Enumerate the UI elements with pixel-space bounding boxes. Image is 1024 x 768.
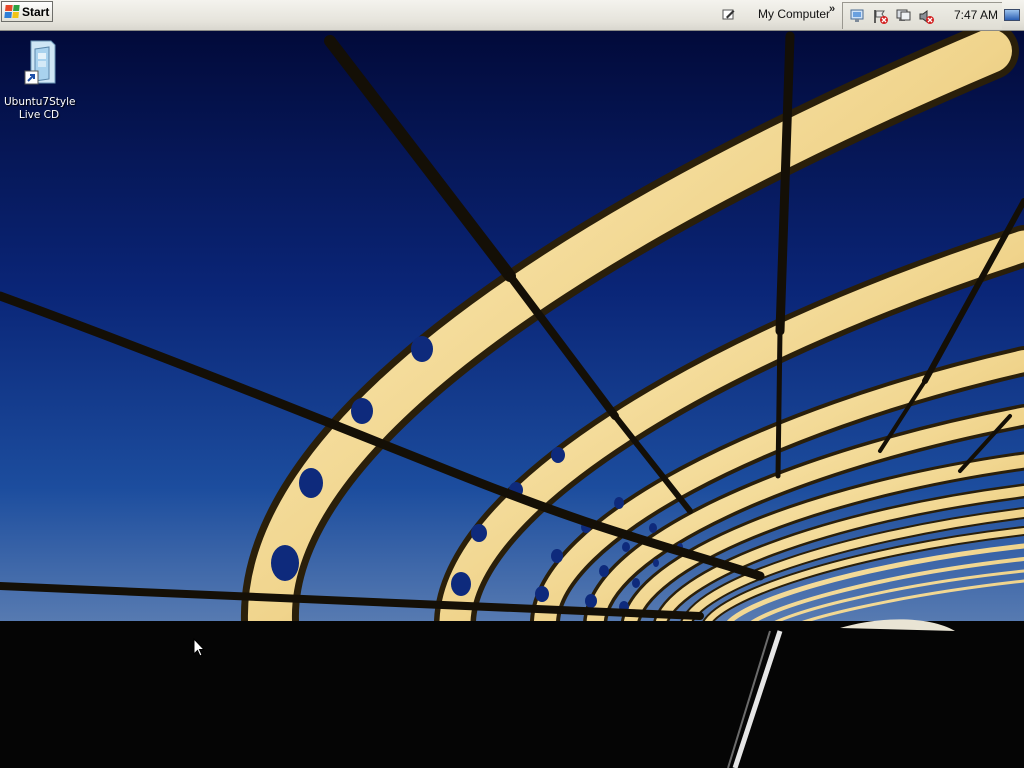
desktop[interactable]: Ubuntu7Style Live CD xyxy=(0,31,1024,768)
desktop-icon-label-line2: Live CD xyxy=(18,109,60,121)
bridge-wallpaper xyxy=(0,31,1024,768)
volume-muted-icon[interactable] xyxy=(918,8,935,25)
network-icon[interactable] xyxy=(849,8,866,25)
taskbar-clock[interactable]: 7:47 AM xyxy=(954,8,998,22)
start-button[interactable]: Start xyxy=(1,1,53,22)
mouse-cursor-icon xyxy=(193,638,205,657)
desktop-icon-label-line1: Ubuntu7Style xyxy=(4,96,76,108)
desktop-shortcut-ubuntu7style[interactable]: Ubuntu7Style Live CD xyxy=(4,39,76,122)
shortcut-icon xyxy=(24,40,56,85)
start-label: Start xyxy=(22,4,50,19)
flag-alert-icon[interactable] xyxy=(872,8,889,25)
show-desktop-icon[interactable] xyxy=(1004,9,1020,21)
windows-flag-icon xyxy=(4,5,20,18)
my-computer-label: My Computer xyxy=(758,7,831,21)
edit-note-icon xyxy=(722,9,735,19)
toolbar-chevron-button[interactable]: » xyxy=(829,3,835,15)
taskbar: Start My Computer » 7:47 AM xyxy=(0,0,1024,31)
computer-alert-icon[interactable] xyxy=(895,8,912,25)
quick-launch-my-computer[interactable]: My Computer xyxy=(722,7,830,21)
